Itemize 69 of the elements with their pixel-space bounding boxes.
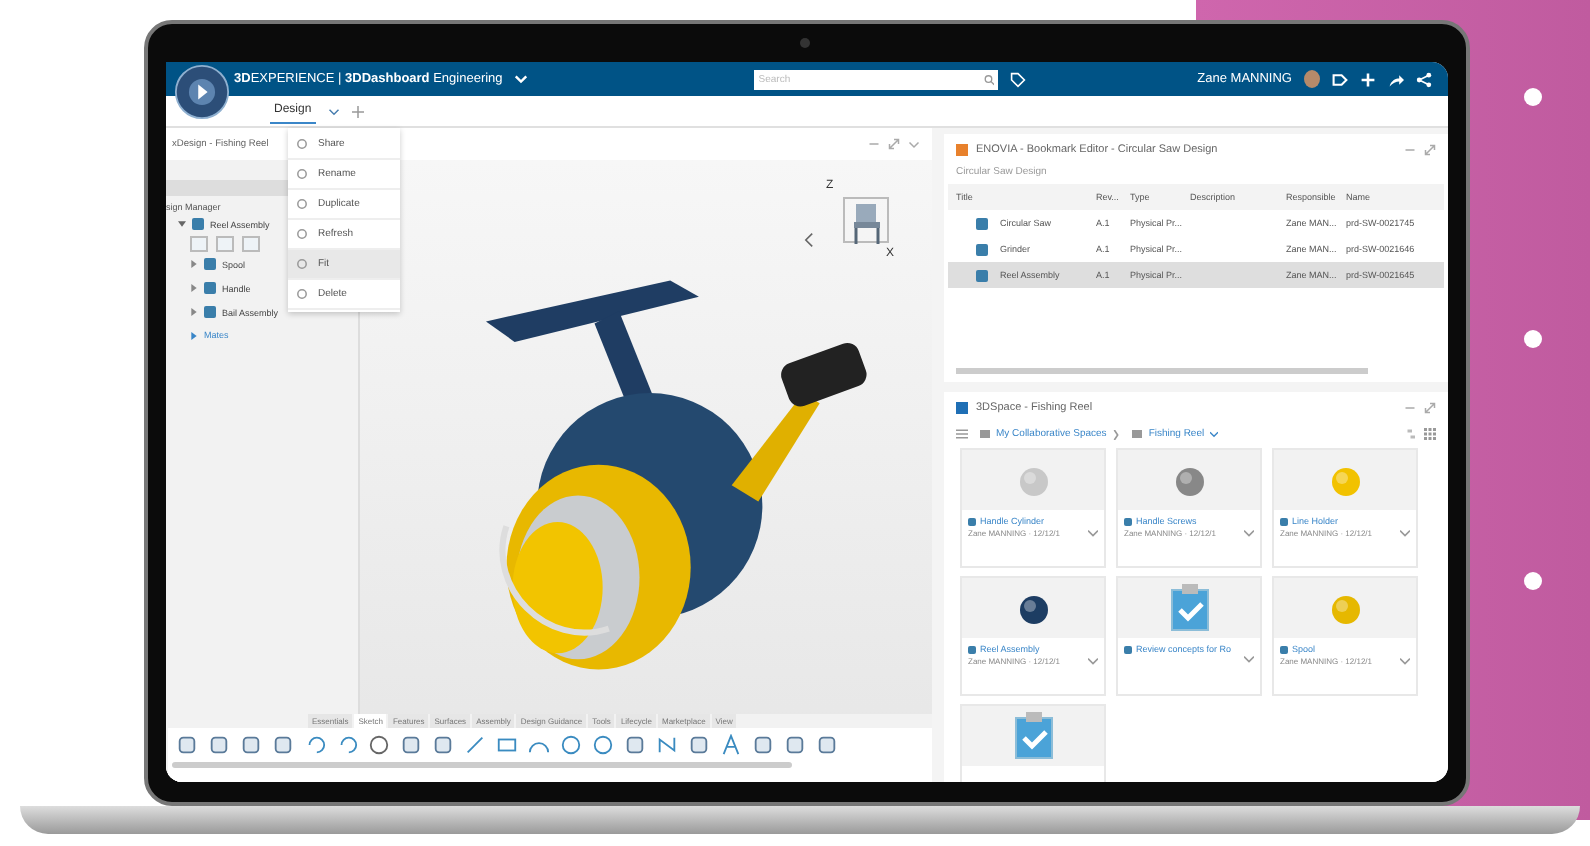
app-icon — [956, 402, 968, 414]
sketch-tool-icon[interactable] — [816, 734, 838, 756]
sketch-tool-icon[interactable] — [560, 734, 582, 756]
expand-icon[interactable] — [190, 331, 198, 339]
menu-item-icon — [296, 168, 308, 180]
menu-item-icon — [296, 228, 308, 240]
expand-icon[interactable] — [190, 284, 198, 292]
expand-icon[interactable] — [190, 260, 198, 268]
expand-icon[interactable] — [190, 308, 198, 316]
sketch-tool-icon[interactable] — [240, 734, 262, 756]
sketch-tool-icon[interactable] — [592, 734, 614, 756]
network-icon[interactable] — [1416, 71, 1432, 87]
avatar-icon[interactable] — [1304, 70, 1320, 88]
sort-icon[interactable] — [1406, 428, 1418, 440]
sketch-tool-icon[interactable] — [400, 734, 422, 756]
bullet-icon — [1524, 88, 1542, 106]
sketch-tool-icon[interactable] — [784, 734, 806, 756]
menu-item-icon — [296, 198, 308, 210]
share-icon[interactable] — [1388, 71, 1404, 87]
sketch-tool-icon[interactable] — [464, 734, 486, 756]
scrollbar[interactable] — [172, 762, 792, 768]
sketch-tool-icon[interactable] — [656, 734, 678, 756]
sketch-tool-icon[interactable] — [304, 734, 326, 756]
caret-icon[interactable] — [1210, 429, 1219, 439]
folder-icon — [1132, 430, 1143, 438]
sketch-tool-icon[interactable] — [720, 734, 742, 756]
part-icon — [976, 243, 988, 255]
menu-item-icon — [296, 258, 308, 270]
sketch-tool-icon[interactable] — [176, 734, 198, 756]
menu-item-icon — [296, 288, 308, 300]
part-icon — [976, 217, 988, 229]
part-icon — [1124, 517, 1132, 525]
part-icon — [1280, 517, 1288, 525]
search-icon[interactable] — [983, 73, 995, 85]
app-icon — [956, 144, 968, 156]
grid-view-icon[interactable] — [1424, 428, 1436, 440]
part-icon — [1280, 645, 1288, 653]
scrollbar[interactable] — [956, 368, 1368, 374]
part-icon — [192, 218, 204, 230]
task-icon — [1124, 645, 1132, 653]
sketch-tool-icon[interactable] — [752, 734, 774, 756]
sketch-tool-icon[interactable] — [368, 734, 390, 756]
camera-icon — [800, 38, 810, 48]
expand-icon[interactable] — [888, 138, 900, 150]
part-icon — [968, 645, 976, 653]
expand-icon[interactable] — [1424, 402, 1436, 414]
sketch-tool-icon[interactable] — [272, 734, 294, 756]
expand-icon[interactable] — [1424, 144, 1436, 156]
sketch-tool-icon[interactable] — [688, 734, 710, 756]
clipboard-check-icon — [1169, 584, 1209, 632]
collapse-icon[interactable] — [178, 220, 186, 228]
caret-icon[interactable] — [327, 105, 340, 117]
part-icon — [976, 269, 988, 281]
menu-icon[interactable] — [956, 428, 968, 440]
tag-icon[interactable] — [1332, 71, 1348, 87]
sketch-tool-icon[interactable] — [496, 734, 518, 756]
sketch-tool-icon[interactable] — [208, 734, 230, 756]
tag-icon[interactable] — [1010, 71, 1027, 87]
sketch-tool-icon[interactable] — [624, 734, 646, 756]
chevron-right-icon — [1112, 429, 1121, 439]
menu-item-icon — [296, 138, 308, 150]
part-icon — [968, 517, 976, 525]
folder-icon — [980, 430, 990, 438]
sketch-tool-icon[interactable] — [432, 734, 454, 756]
bullet-icon — [1524, 330, 1542, 348]
chevron-left-icon[interactable] — [804, 232, 814, 248]
bullet-icon — [1524, 572, 1542, 590]
clipboard-check-icon — [1013, 712, 1053, 760]
sketch-tool-icon[interactable] — [336, 734, 358, 756]
